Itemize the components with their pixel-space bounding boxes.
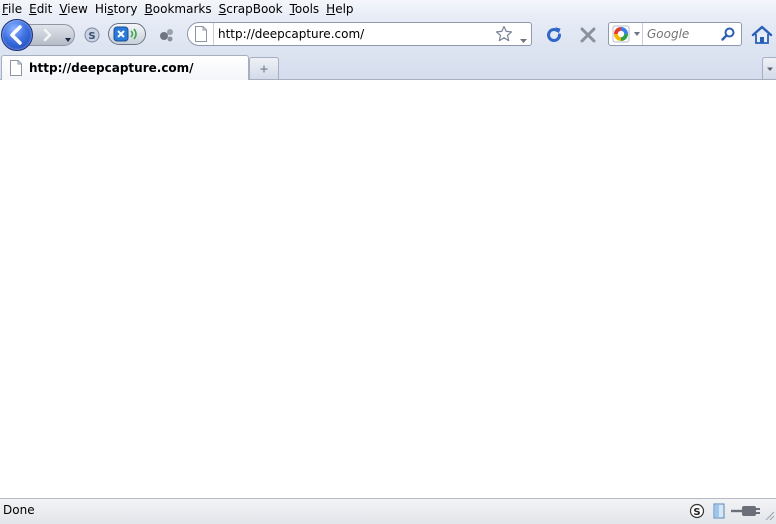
status-skype-button[interactable]: S [688,501,706,521]
bookmark-star-button[interactable] [495,25,513,43]
google-icon [612,25,630,43]
search-bar [608,22,742,46]
url-input[interactable] [214,24,484,44]
plus-icon [260,65,268,72]
forward-arrow-icon [43,28,52,42]
skype-toolbar-button[interactable]: S [82,25,102,45]
reload-button[interactable] [543,24,565,46]
page-favicon-icon [10,60,22,76]
menu-tools[interactable]: Tools [287,1,324,17]
tab-active[interactable]: http://deepcapture.com/ [1,55,249,80]
history-dropmarker[interactable] [63,30,73,42]
menu-label: Hi [94,1,108,16]
search-input[interactable] [643,24,719,44]
menu-label: elp [335,1,354,16]
broadcast-icon [113,26,137,42]
svg-text:S: S [88,31,95,42]
menu-help[interactable]: Help [323,1,357,17]
status-text: Done [3,503,35,517]
molecule-icon [160,29,173,42]
plug-icon [731,506,760,516]
new-tab-button[interactable] [249,57,279,79]
all-tabs-button[interactable] [762,57,776,79]
search-go-button[interactable] [719,25,737,43]
menu-view[interactable]: View [56,1,91,17]
menu-label: ile [8,1,23,16]
menu-label: dit [36,1,53,16]
skype-icon: S [84,27,100,43]
bookmark-star-icon [495,25,513,42]
status-plugin-button[interactable] [730,501,762,521]
menu-mnemonic: E [29,1,37,16]
menu-bar: File Edit View History Bookmarks ScrapBo… [0,0,776,17]
addon-toolbar-button[interactable] [108,23,146,45]
menu-scrapbook[interactable]: ScrapBook [216,1,287,17]
back-arrow-icon [10,25,22,45]
dropdown-arrow-icon [634,32,640,36]
home-button[interactable] [751,24,773,46]
menu-bookmarks[interactable]: Bookmarks [142,1,216,17]
status-bar: Done S [0,498,776,524]
dropdown-arrow-icon [520,39,527,43]
reload-icon [547,27,561,42]
url-history-dropmarker[interactable] [519,30,528,43]
stop-button[interactable] [577,24,599,46]
menu-label: ools [294,1,320,16]
page-icon [8,60,24,76]
panel-icon [713,503,725,519]
tab-strip: http://deepcapture.com/ [0,53,776,80]
navigation-toolbar: S [0,18,776,52]
menu-edit[interactable]: Edit [26,1,56,17]
resize-grip[interactable] [763,509,775,521]
browser-window: File Edit View History Bookmarks ScrapBo… [0,0,776,524]
search-engine-button[interactable] [609,23,643,45]
menu-mnemonic: B [144,1,153,16]
page-content[interactable] [0,80,776,498]
extension-toolbar-button[interactable] [156,25,178,45]
menu-history[interactable]: History [92,1,142,17]
menu-label: iew [67,1,88,16]
chevron-down-icon [766,67,773,71]
tab-title: http://deepcapture.com/ [29,61,194,75]
site-identity-button[interactable] [188,23,214,45]
url-bar [187,22,532,46]
stop-icon [580,27,596,43]
home-icon [751,25,773,44]
menu-label: tory [113,1,138,16]
svg-text:S: S [693,507,700,518]
menu-label: ookmarks [152,1,212,16]
resize-grip-icon [765,511,775,521]
menu-mnemonic: H [326,1,336,16]
menu-label: crapBook [226,1,283,16]
back-button[interactable] [1,19,33,51]
search-icon [721,27,735,41]
dropdown-arrow-icon [65,38,71,42]
back-forward-group [1,19,75,51]
forward-button[interactable] [37,25,59,45]
menu-file[interactable]: File [0,1,26,17]
page-icon [194,26,207,42]
status-panel-button[interactable] [711,501,727,521]
skype-icon: S [689,503,705,519]
